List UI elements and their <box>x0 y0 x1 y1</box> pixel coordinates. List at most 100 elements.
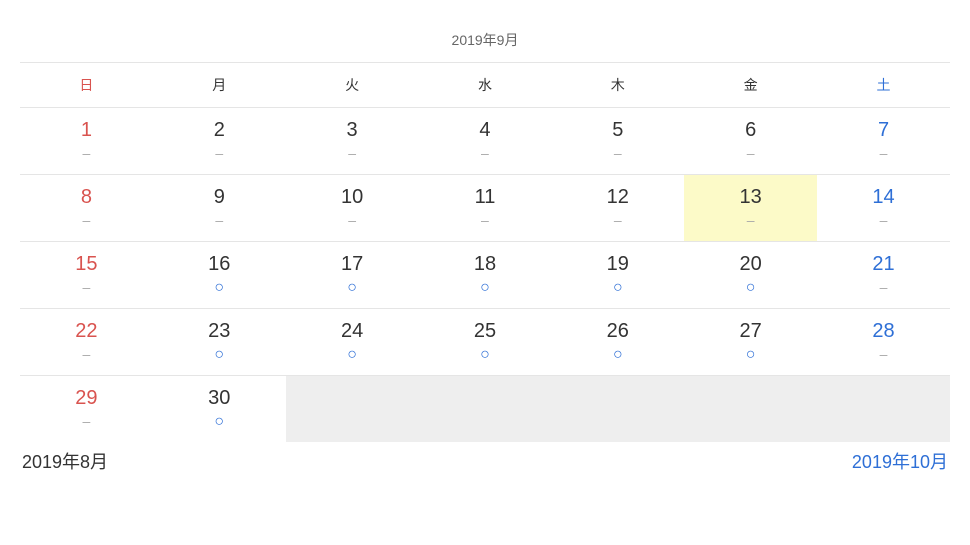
calendar-blank-cell <box>684 376 817 443</box>
day-number: 22 <box>20 319 153 343</box>
day-number: 23 <box>153 319 286 343</box>
availability-none-icon: – <box>817 347 950 361</box>
calendar-day-cell[interactable]: 25 ○ <box>419 309 552 376</box>
weekday-header: 金 <box>684 63 817 108</box>
calendar-day-cell[interactable]: 16 ○ <box>153 242 286 309</box>
day-number: 5 <box>551 118 684 142</box>
calendar-blank-cell <box>817 376 950 443</box>
calendar: 2019年9月 日月火水木金土 1–2–3–4–5–6–7–8–9–10–11–… <box>20 30 950 474</box>
prev-month-link[interactable]: 2019年8月 <box>22 448 108 474</box>
availability-open-icon: ○ <box>153 347 286 363</box>
weekday-header: 月 <box>153 63 286 108</box>
calendar-body: 1–2–3–4–5–6–7–8–9–10–11–12–13–14–15–16○1… <box>20 108 950 443</box>
availability-none-icon: – <box>20 414 153 428</box>
calendar-day-cell[interactable]: 5– <box>551 108 684 175</box>
next-month-link[interactable]: 2019年10月 <box>852 448 948 474</box>
weekday-header: 火 <box>286 63 419 108</box>
availability-none-icon: – <box>286 146 419 160</box>
calendar-day-cell[interactable]: 6– <box>684 108 817 175</box>
calendar-row: 8–9–10–11–12–13–14– <box>20 175 950 242</box>
calendar-day-cell[interactable]: 17 ○ <box>286 242 419 309</box>
calendar-table: 日月火水木金土 1–2–3–4–5–6–7–8–9–10–11–12–13–14… <box>20 62 950 442</box>
availability-none-icon: – <box>817 280 950 294</box>
day-number: 18 <box>419 252 552 276</box>
calendar-day-cell[interactable]: 8– <box>20 175 153 242</box>
day-number: 24 <box>286 319 419 343</box>
calendar-day-cell[interactable]: 9– <box>153 175 286 242</box>
availability-open-icon: ○ <box>286 280 419 296</box>
day-number: 11 <box>419 185 552 209</box>
calendar-day-cell[interactable]: 19○ <box>551 242 684 309</box>
month-nav: 2019年8月 2019年10月 <box>20 442 950 474</box>
calendar-day-cell[interactable]: 2– <box>153 108 286 175</box>
calendar-day-cell[interactable]: 4– <box>419 108 552 175</box>
availability-open-icon: ○ <box>419 347 552 363</box>
day-number: 12 <box>551 185 684 209</box>
day-number: 28 <box>817 319 950 343</box>
calendar-day-cell[interactable]: 26 ○ <box>551 309 684 376</box>
day-number: 25 <box>419 319 552 343</box>
weekday-header: 日 <box>20 63 153 108</box>
calendar-day-cell[interactable]: 18 ○ <box>419 242 552 309</box>
availability-open-icon: ○ <box>419 280 552 296</box>
day-number: 16 <box>153 252 286 276</box>
calendar-day-cell[interactable]: 15 – <box>20 242 153 309</box>
day-number: 20 <box>684 252 817 276</box>
availability-open-icon: ○ <box>684 347 817 363</box>
calendar-day-cell[interactable]: 29 – <box>20 376 153 443</box>
availability-none-icon: – <box>20 347 153 361</box>
availability-open-icon: ○ <box>684 280 817 296</box>
calendar-row: 15–16○17○18○19○20○21– <box>20 242 950 309</box>
day-number: 8 <box>20 185 153 209</box>
weekday-header: 水 <box>419 63 552 108</box>
availability-none-icon: – <box>20 280 153 294</box>
day-number: 14 <box>817 185 950 209</box>
availability-open-icon: ○ <box>551 347 684 363</box>
weekday-header: 土 <box>817 63 950 108</box>
availability-none-icon: – <box>153 213 286 227</box>
calendar-day-cell[interactable]: 23 ○ <box>153 309 286 376</box>
availability-open-icon: ○ <box>153 280 286 296</box>
calendar-row: 29 –30○ <box>20 376 950 443</box>
calendar-day-cell[interactable]: 21 – <box>817 242 950 309</box>
day-number: 17 <box>286 252 419 276</box>
weekday-header: 木 <box>551 63 684 108</box>
calendar-day-cell[interactable]: 7– <box>817 108 950 175</box>
day-number: 1 <box>20 118 153 142</box>
availability-none-icon: – <box>817 213 950 227</box>
day-number: 9 <box>153 185 286 209</box>
calendar-day-cell[interactable]: 1– <box>20 108 153 175</box>
availability-none-icon: – <box>20 146 153 160</box>
calendar-day-cell[interactable]: 11 – <box>419 175 552 242</box>
calendar-day-cell[interactable]: 10– <box>286 175 419 242</box>
calendar-blank-cell <box>286 376 419 443</box>
day-number: 13 <box>684 185 817 209</box>
availability-none-icon: – <box>419 213 552 227</box>
calendar-row: 1–2–3–4–5–6–7– <box>20 108 950 175</box>
calendar-day-cell[interactable]: 20 ○ <box>684 242 817 309</box>
month-title: 2019年9月 <box>20 30 950 62</box>
availability-none-icon: – <box>286 213 419 227</box>
calendar-blank-cell <box>551 376 684 443</box>
calendar-day-cell[interactable]: 27 ○ <box>684 309 817 376</box>
day-number: 15 <box>20 252 153 276</box>
calendar-day-cell[interactable]: 3– <box>286 108 419 175</box>
day-number: 27 <box>684 319 817 343</box>
availability-open-icon: ○ <box>286 347 419 363</box>
availability-none-icon: – <box>419 146 552 160</box>
day-number: 30 <box>153 386 286 410</box>
day-number: 21 <box>817 252 950 276</box>
day-number: 2 <box>153 118 286 142</box>
day-number: 26 <box>551 319 684 343</box>
availability-none-icon: – <box>153 146 286 160</box>
calendar-day-cell[interactable]: 12– <box>551 175 684 242</box>
calendar-day-cell[interactable]: 13– <box>684 175 817 242</box>
calendar-day-cell[interactable]: 22 – <box>20 309 153 376</box>
calendar-day-cell[interactable]: 28 – <box>817 309 950 376</box>
availability-open-icon: ○ <box>551 280 684 296</box>
calendar-day-cell[interactable]: 30○ <box>153 376 286 443</box>
calendar-day-cell[interactable]: 14 – <box>817 175 950 242</box>
calendar-day-cell[interactable]: 24 ○ <box>286 309 419 376</box>
day-number: 3 <box>286 118 419 142</box>
day-number: 29 <box>20 386 153 410</box>
